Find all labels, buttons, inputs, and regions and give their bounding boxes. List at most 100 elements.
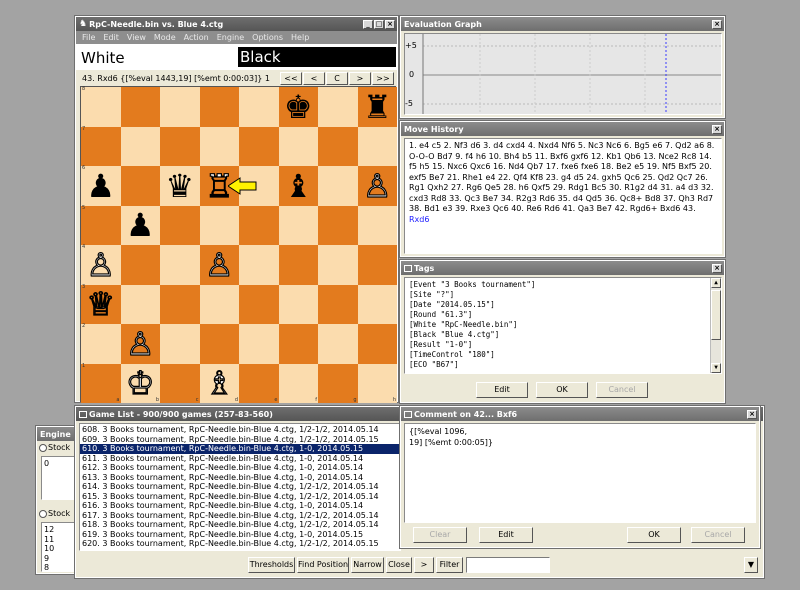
white-bishop-icon[interactable]: ♗ <box>204 367 234 400</box>
square-a8[interactable]: 8 <box>81 87 121 127</box>
square-g3[interactable] <box>318 284 358 324</box>
menu-view[interactable]: View <box>127 33 146 42</box>
square-h8[interactable]: ♜ <box>357 87 397 127</box>
comment-text[interactable]: {[%eval 1096, 19] [%emt 0:00:05]} <box>404 423 756 523</box>
menu-engine[interactable]: Engine <box>217 33 244 42</box>
find-position-button[interactable]: Find Position <box>297 557 349 573</box>
close-button[interactable]: × <box>712 19 722 29</box>
square-c8[interactable] <box>160 87 200 127</box>
square-f8[interactable]: ♚ <box>278 87 318 127</box>
filter-input[interactable] <box>466 557 550 573</box>
list-item[interactable]: 619. 3 Books tournament, RpC-Needle.bin-… <box>80 530 400 540</box>
square-d4[interactable]: ♙ <box>199 245 239 285</box>
black-bishop-icon[interactable]: ♝ <box>284 170 313 202</box>
board-title-bar[interactable]: ♞ RpC-Needle.bin vs. Blue 4.ctg _ □ × <box>76 17 397 31</box>
close-button[interactable]: × <box>385 19 395 29</box>
square-c1[interactable]: c <box>160 363 200 403</box>
square-c7[interactable] <box>160 126 200 166</box>
close-list-button[interactable]: Close <box>386 557 412 573</box>
menu-options[interactable]: Options <box>252 33 283 42</box>
square-a6[interactable]: 6 ♟ <box>81 166 121 206</box>
menu-help[interactable]: Help <box>291 33 309 42</box>
menu-mode[interactable]: Mode <box>154 33 176 42</box>
tags-scrollbar[interactable]: ▲ ▼ <box>710 278 721 373</box>
engine-radio-1[interactable]: Stock <box>39 443 70 452</box>
tags-title-bar[interactable]: Tags × <box>401 261 724 275</box>
square-d5[interactable] <box>199 205 239 245</box>
eval-title-bar[interactable]: Evaluation Graph × <box>401 17 724 31</box>
close-button[interactable]: × <box>747 409 757 419</box>
filter-button[interactable]: Filter <box>436 557 463 573</box>
list-item[interactable]: 614. 3 Books tournament, RpC-Needle.bin-… <box>80 482 400 492</box>
square-h7[interactable] <box>357 126 397 166</box>
square-a1[interactable]: 1a <box>81 363 121 403</box>
square-b4[interactable] <box>120 245 160 285</box>
square-h5[interactable] <box>357 205 397 245</box>
square-b7[interactable] <box>120 126 160 166</box>
square-a3[interactable]: 3 ♕ <box>81 284 121 324</box>
list-item[interactable]: 611. 3 Books tournament, RpC-Needle.bin-… <box>80 454 400 464</box>
comment-edit-button[interactable]: Edit <box>479 527 533 543</box>
menu-file[interactable]: File <box>82 33 95 42</box>
square-g8[interactable] <box>318 87 358 127</box>
square-g4[interactable] <box>318 245 358 285</box>
tags-cancel-button[interactable]: Cancel <box>596 382 648 398</box>
square-h2[interactable] <box>357 324 397 364</box>
square-e4[interactable] <box>239 245 279 285</box>
narrow-button[interactable]: Narrow <box>351 557 384 573</box>
square-c2[interactable] <box>160 324 200 364</box>
scroll-thumb[interactable] <box>711 290 721 340</box>
square-f2[interactable] <box>278 324 318 364</box>
square-g6[interactable] <box>318 166 358 206</box>
square-d7[interactable] <box>199 126 239 166</box>
comment-title-bar[interactable]: Comment on 42... Bxf6 × <box>401 407 759 421</box>
list-item[interactable]: 616. 3 Books tournament, RpC-Needle.bin-… <box>80 501 400 511</box>
comment-cancel-button[interactable]: Cancel <box>691 527 745 543</box>
minimize-button[interactable]: _ <box>363 19 373 29</box>
square-b3[interactable] <box>120 284 160 324</box>
square-e3[interactable] <box>239 284 279 324</box>
list-item[interactable]: 618. 3 Books tournament, RpC-Needle.bin-… <box>80 520 400 530</box>
square-d3[interactable] <box>199 284 239 324</box>
square-c4[interactable] <box>160 245 200 285</box>
dropdown-button[interactable]: ▼ <box>744 557 758 573</box>
white-king-icon[interactable]: ♔ <box>125 367 155 400</box>
thresholds-button[interactable]: Thresholds <box>248 557 295 573</box>
square-e8[interactable] <box>239 87 279 127</box>
list-item[interactable]: 609. 3 Books tournament, RpC-Needle.bin-… <box>80 435 400 445</box>
list-item[interactable]: 612. 3 Books tournament, RpC-Needle.bin-… <box>80 463 400 473</box>
tags-ok-button[interactable]: OK <box>536 382 588 398</box>
square-b2[interactable]: ♙ <box>120 324 160 364</box>
square-d8[interactable] <box>199 87 239 127</box>
square-c5[interactable] <box>160 205 200 245</box>
comment-clear-button[interactable]: Clear <box>413 527 467 543</box>
square-f5[interactable] <box>278 205 318 245</box>
black-rook-icon[interactable]: ♜ <box>363 91 392 123</box>
current-move[interactable]: Rxd6 <box>409 215 429 224</box>
eval-graph[interactable]: +5 0 -5 <box>404 33 722 115</box>
list-item[interactable]: 620. 3 Books tournament, RpC-Needle.bin-… <box>80 539 400 549</box>
list-item[interactable]: 613. 3 Books tournament, RpC-Needle.bin-… <box>80 473 400 483</box>
square-f3[interactable] <box>278 284 318 324</box>
square-h6[interactable]: ♙ <box>357 166 397 206</box>
engine-radio-2[interactable]: Stock <box>39 509 70 518</box>
square-f7[interactable] <box>278 126 318 166</box>
tags-edit-button[interactable]: Edit <box>476 382 528 398</box>
square-h3[interactable] <box>357 284 397 324</box>
square-e1[interactable]: e <box>239 363 279 403</box>
move-history-text[interactable]: 1. e4 c5 2. Nf3 d6 3. d4 cxd4 4. Nxd4 Nf… <box>404 138 722 254</box>
square-g1[interactable]: g <box>318 363 358 403</box>
scroll-up-icon[interactable]: ▲ <box>711 278 721 288</box>
square-g5[interactable] <box>318 205 358 245</box>
list-item[interactable]: 617. 3 Books tournament, RpC-Needle.bin-… <box>80 511 400 521</box>
black-king-icon[interactable]: ♚ <box>284 91 313 123</box>
square-g2[interactable] <box>318 324 358 364</box>
scroll-down-icon[interactable]: ▼ <box>711 363 721 373</box>
square-d2[interactable] <box>199 324 239 364</box>
square-h1[interactable]: h <box>357 363 397 403</box>
white-queen-icon[interactable]: ♕ <box>86 288 116 321</box>
move-history-title-bar[interactable]: Move History × <box>401 122 724 136</box>
list-item[interactable]: 615. 3 Books tournament, RpC-Needle.bin-… <box>80 492 400 502</box>
square-e7[interactable] <box>239 126 279 166</box>
white-pawn-icon[interactable]: ♙ <box>204 248 234 281</box>
